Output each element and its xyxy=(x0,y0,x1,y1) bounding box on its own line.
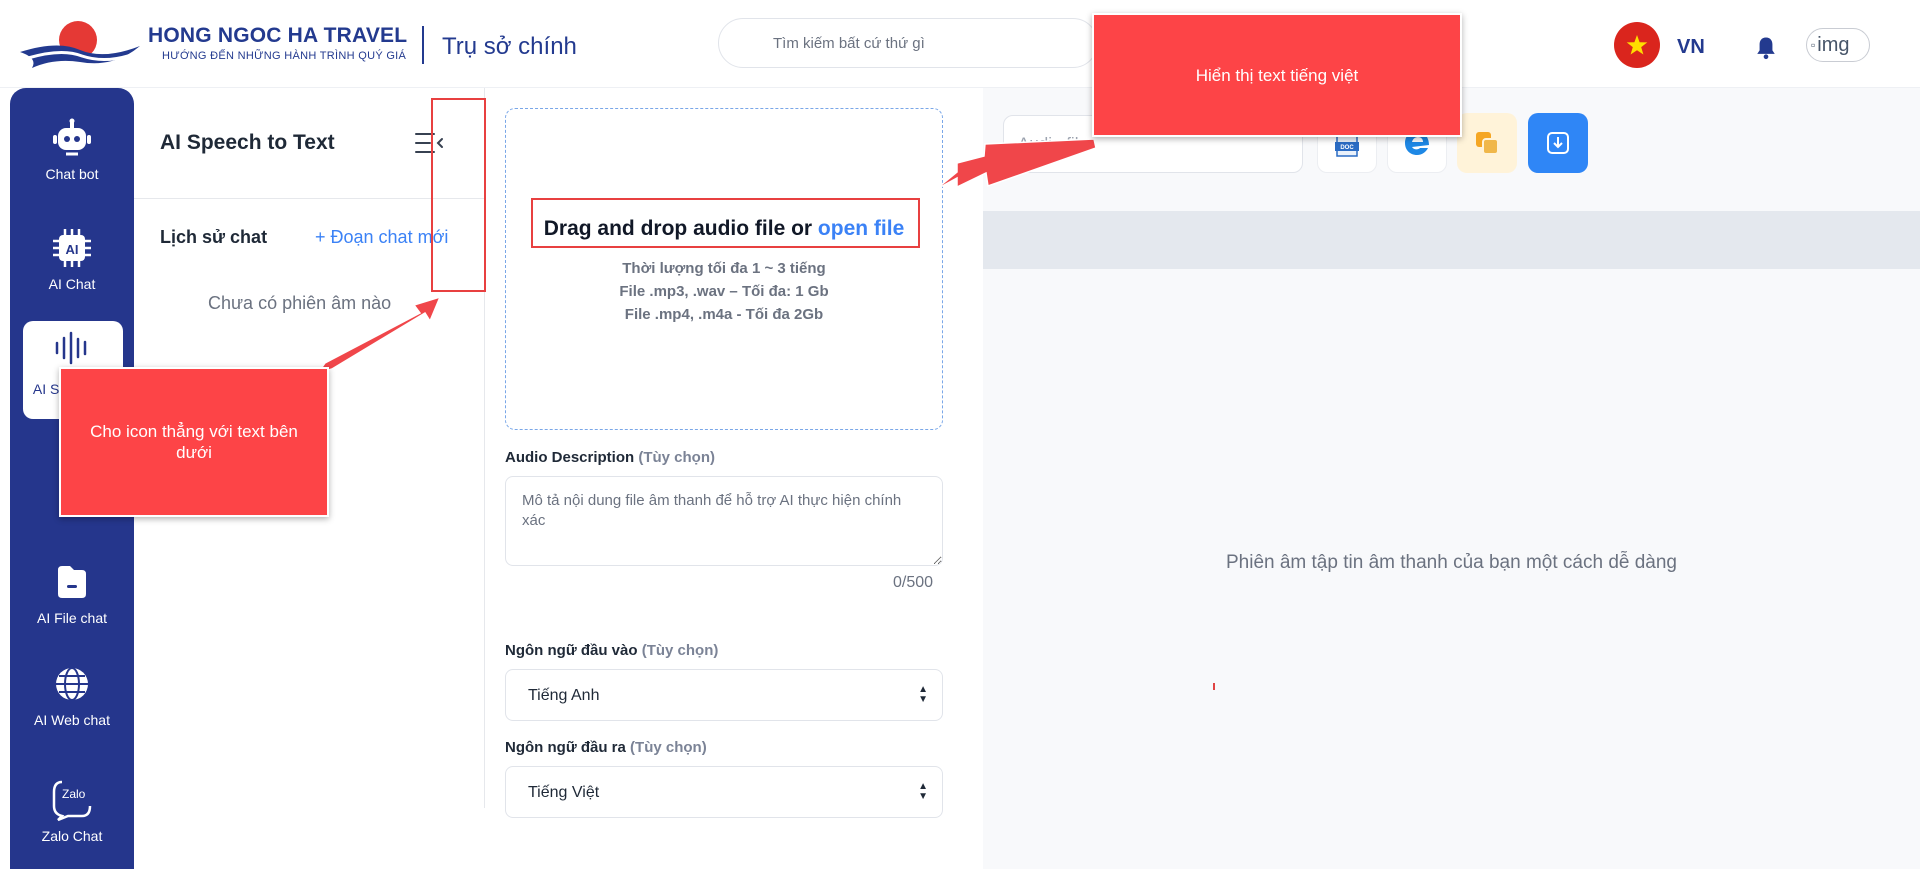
bell-icon[interactable] xyxy=(1752,34,1780,62)
annotation-callout-top: Hiển thị text tiếng việt xyxy=(1092,13,1462,137)
audio-dropzone[interactable]: Drag and drop audio file or open file Th… xyxy=(505,108,943,430)
info-duration: Thời lượng tối đa 1 ~ 3 tiếng xyxy=(622,260,826,277)
file-icon xyxy=(50,560,94,604)
audio-description-label: Audio Description (Tùy chọn) xyxy=(505,449,715,466)
robot-icon xyxy=(50,116,94,160)
transcript-header-band xyxy=(983,211,1920,269)
optional-tag: (Tùy chọn) xyxy=(630,739,707,756)
output-language-label: Ngôn ngữ đầu ra (Tùy chọn) xyxy=(505,739,707,756)
optional-tag: (Tùy chọn) xyxy=(638,449,715,466)
brand-tagline: HƯỚNG ĐẾN NHỮNG HÀNH TRÌNH QUÝ GIÁ xyxy=(162,50,407,62)
nav-item-ai-web-chat[interactable]: AI Web chat xyxy=(10,662,134,729)
input-language-label: Ngôn ngữ đầu vào (Tùy chọn) xyxy=(505,642,718,659)
transcript-panel xyxy=(983,88,1920,869)
brand-divider xyxy=(422,26,424,64)
label-text: Ngôn ngữ đầu ra xyxy=(505,739,626,756)
output-language-select[interactable]: Tiếng Việt ▲ ▼ xyxy=(505,766,943,818)
download-icon xyxy=(1547,132,1569,154)
top-header: HONG NGOC HA TRAVEL HƯỚNG ĐẾN NHỮNG HÀNH… xyxy=(0,0,1920,88)
label-text: Ngôn ngữ đầu vào xyxy=(505,642,638,659)
search-input[interactable] xyxy=(719,19,1097,67)
copy-button[interactable] xyxy=(1457,113,1517,173)
brand-name: HONG NGOC HA TRAVEL xyxy=(148,24,408,47)
audio-description-textarea[interactable] xyxy=(505,476,943,566)
select-arrows-icon: ▲ ▼ xyxy=(918,781,928,802)
select-arrows-icon: ▲ ▼ xyxy=(918,684,928,705)
optional-tag: (Tùy chọn) xyxy=(641,642,719,659)
download-button[interactable] xyxy=(1528,113,1588,173)
annotation-highlight-collapse xyxy=(431,98,486,292)
input-language-select[interactable]: Tiếng Anh ▲ ▼ xyxy=(505,669,943,721)
info-video-formats: File .mp4, .m4a - Tối đa 2Gb xyxy=(624,306,824,323)
stray-mark xyxy=(1213,683,1215,690)
nav-item-zalo-chat[interactable]: Zalo Zalo Chat xyxy=(10,778,134,845)
nav-label: AI File chat xyxy=(36,610,108,626)
language-code[interactable]: VN xyxy=(1677,36,1705,59)
avatar-broken-image-icon: ▫ xyxy=(1811,38,1816,52)
nav-item-ai-file-chat[interactable]: AI File chat xyxy=(10,560,134,627)
svg-text:AI: AI xyxy=(66,242,79,257)
nav-item-chat-bot[interactable]: Chat bot xyxy=(10,116,134,183)
transcript-empty-text: Phiên âm tập tin âm thanh của bạn một cá… xyxy=(1225,552,1678,573)
user-avatar[interactable]: ▫ img xyxy=(1806,28,1870,62)
globe-icon xyxy=(50,662,94,706)
annotation-text: Cho icon thẳng với text bên dưới xyxy=(90,422,298,462)
new-chat-button[interactable]: + Đoạn chat mới xyxy=(315,227,448,248)
ai-chip-icon: AI xyxy=(50,226,94,270)
avatar-alt-text: img xyxy=(1817,33,1850,56)
vietnam-flag-icon[interactable] xyxy=(1614,22,1660,68)
history-empty-text: Chưa có phiên âm nào xyxy=(208,293,392,313)
chat-history-label: Lịch sử chat xyxy=(160,227,268,247)
logo-icon[interactable] xyxy=(18,18,142,74)
nav-label: Zalo Chat xyxy=(41,828,103,844)
nav-item-ai-chat[interactable]: AI AI Chat xyxy=(10,226,134,293)
zalo-icon: Zalo xyxy=(50,778,94,822)
nav-label: Chat bot xyxy=(45,166,99,182)
office-name[interactable]: Trụ sở chính xyxy=(442,33,577,61)
copy-icon xyxy=(1476,132,1499,155)
annotation-callout-left: Cho icon thẳng với text bên dưới xyxy=(59,367,329,517)
info-audio-formats: File .mp3, .wav – Tối đa: 1 Gb xyxy=(619,283,829,300)
nav-label: AI Web chat xyxy=(33,712,110,728)
dropzone-info: Thời lượng tối đa 1 ~ 3 tiếng File .mp3,… xyxy=(506,257,942,326)
selected-value: Tiếng Anh xyxy=(528,687,600,704)
annotation-highlight-title xyxy=(531,198,920,248)
search-bar[interactable] xyxy=(718,18,1098,68)
zalo-badge-text: Zalo xyxy=(62,787,86,801)
annotation-text: Hiển thị text tiếng việt xyxy=(1195,65,1359,85)
char-counter: 0/500 xyxy=(893,574,934,591)
doc-label: DOC xyxy=(1340,145,1354,151)
panel-title: AI Speech to Text xyxy=(160,131,335,154)
label-text: Audio Description xyxy=(505,449,635,466)
nav-label: AI Chat xyxy=(48,276,96,292)
selected-value: Tiếng Việt xyxy=(528,784,600,801)
